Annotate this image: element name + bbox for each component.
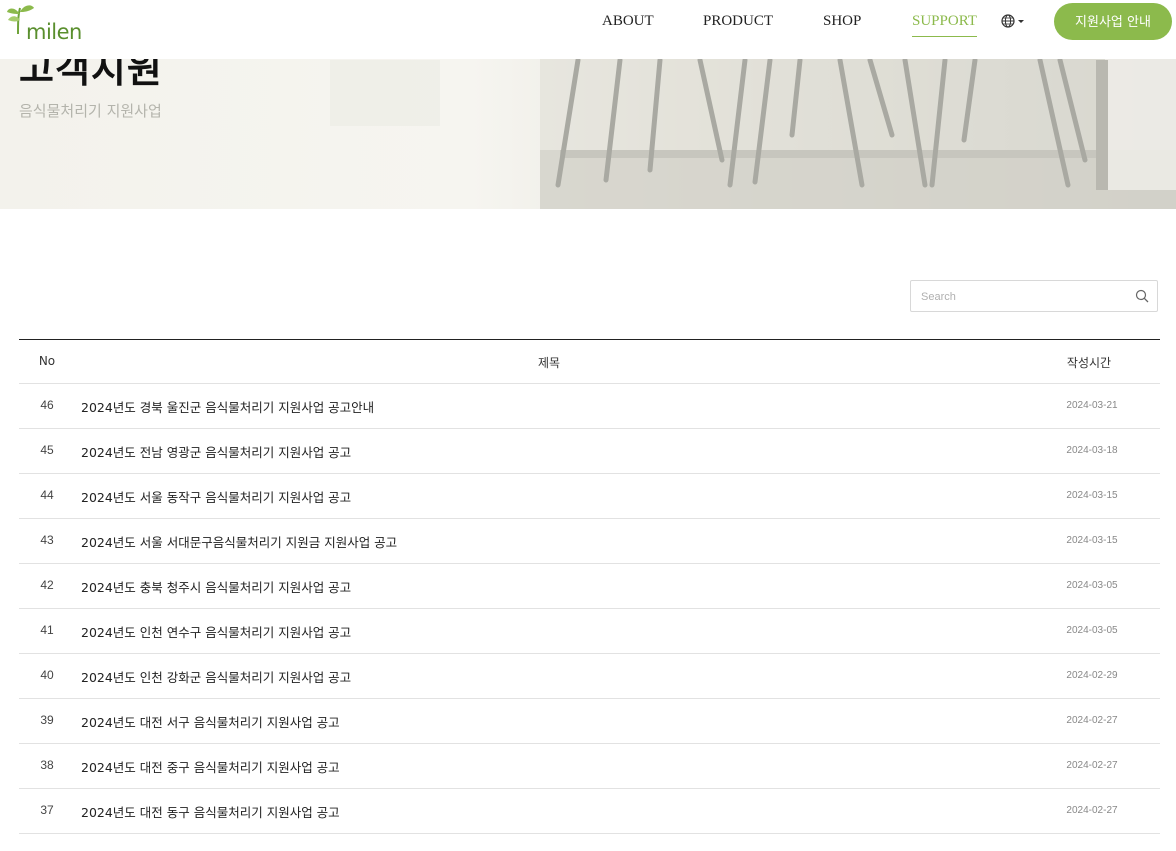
language-selector[interactable] — [1001, 13, 1027, 29]
row-date: 2024-02-27 — [1066, 805, 1118, 816]
row-number: 44 — [40, 488, 54, 502]
row-number: 37 — [40, 803, 54, 817]
row-date: 2024-03-05 — [1066, 580, 1118, 591]
table-row[interactable]: 44 2024년도 서울 동작구 음식물처리기 지원사업 공고 2024-03-… — [19, 474, 1160, 519]
row-date: 2024-03-18 — [1066, 445, 1118, 456]
row-date: 2024-02-27 — [1066, 760, 1118, 771]
row-number: 46 — [40, 398, 54, 412]
search-input[interactable] — [919, 287, 1133, 307]
row-title-link[interactable]: 2024년도 인천 강화군 음식물처리기 지원사업 공고 — [81, 667, 351, 686]
header-no: No — [38, 354, 56, 368]
row-date: 2024-02-27 — [1066, 715, 1118, 726]
table-row[interactable]: 41 2024년도 인천 연수구 음식물처리기 지원사업 공고 2024-03-… — [19, 609, 1160, 654]
row-number: 42 — [40, 578, 54, 592]
table-row[interactable]: 39 2024년도 대전 서구 음식물처리기 지원사업 공고 2024-02-2… — [19, 699, 1160, 744]
row-number: 40 — [40, 668, 54, 682]
support-program-button[interactable]: 지원사업 안내 — [1054, 3, 1172, 40]
notice-table: No 제목 작성시간 46 2024년도 경북 울진군 음식물처리기 지원사업 … — [19, 339, 1160, 834]
logo[interactable]: milen — [4, 0, 84, 48]
row-title-link[interactable]: 2024년도 충북 청주시 음식물처리기 지원사업 공고 — [81, 577, 351, 596]
header-title: 제목 — [537, 356, 561, 370]
table-row[interactable]: 43 2024년도 서울 서대문구음식물처리기 지원금 지원사업 공고 2024… — [19, 519, 1160, 564]
row-date: 2024-03-21 — [1066, 400, 1118, 411]
search-icon[interactable] — [1135, 289, 1149, 303]
row-date: 2024-02-29 — [1066, 670, 1118, 681]
nav-item-shop[interactable]: SHOP — [823, 13, 861, 30]
row-number: 38 — [40, 758, 54, 772]
row-date: 2024-03-15 — [1066, 490, 1118, 501]
row-title-link[interactable]: 2024년도 대전 동구 음식물처리기 지원사업 공고 — [81, 802, 340, 821]
table-header: No 제목 작성시간 — [19, 340, 1160, 384]
site-header: milen ABOUT PRODUCT SHOP SUPPORT 지원사업 안내 — [0, 0, 1176, 59]
row-number: 41 — [40, 623, 54, 637]
row-number: 45 — [40, 443, 54, 457]
table-row[interactable]: 38 2024년도 대전 중구 음식물처리기 지원사업 공고 2024-02-2… — [19, 744, 1160, 789]
row-title-link[interactable]: 2024년도 서울 서대문구음식물처리기 지원금 지원사업 공고 — [81, 532, 397, 551]
row-title-link[interactable]: 2024년도 전남 영광군 음식물처리기 지원사업 공고 — [81, 442, 351, 461]
table-row[interactable]: 46 2024년도 경북 울진군 음식물처리기 지원사업 공고안내 2024-0… — [19, 384, 1160, 429]
table-row[interactable]: 40 2024년도 인천 강화군 음식물처리기 지원사업 공고 2024-02-… — [19, 654, 1160, 699]
row-date: 2024-03-05 — [1066, 625, 1118, 636]
search-box — [910, 280, 1158, 312]
row-title-link[interactable]: 2024년도 인천 연수구 음식물처리기 지원사업 공고 — [81, 622, 351, 641]
nav-item-product[interactable]: PRODUCT — [703, 13, 773, 30]
row-title-link[interactable]: 2024년도 대전 중구 음식물처리기 지원사업 공고 — [81, 757, 340, 776]
nav-item-about[interactable]: ABOUT — [602, 13, 654, 30]
row-title-link[interactable]: 2024년도 서울 동작구 음식물처리기 지원사업 공고 — [81, 487, 351, 506]
page-subtitle: 음식물처리기 지원사업 — [19, 102, 162, 120]
header-date: 작성시간 — [1066, 356, 1112, 370]
row-number: 39 — [40, 713, 54, 727]
row-title-link[interactable]: 2024년도 대전 서구 음식물처리기 지원사업 공고 — [81, 712, 340, 731]
nav-item-support[interactable]: SUPPORT — [912, 13, 977, 37]
table-row[interactable]: 37 2024년도 대전 동구 음식물처리기 지원사업 공고 2024-02-2… — [19, 789, 1160, 834]
table-row[interactable]: 45 2024년도 전남 영광군 음식물처리기 지원사업 공고 2024-03-… — [19, 429, 1160, 474]
table-row[interactable]: 42 2024년도 충북 청주시 음식물처리기 지원사업 공고 2024-03-… — [19, 564, 1160, 609]
row-number: 43 — [40, 533, 54, 547]
logo-text: milen — [26, 20, 82, 44]
row-date: 2024-03-15 — [1066, 535, 1118, 546]
globe-icon — [1001, 14, 1024, 28]
row-title-link[interactable]: 2024년도 경북 울진군 음식물처리기 지원사업 공고안내 — [81, 397, 374, 416]
caret-down-icon — [1018, 20, 1024, 23]
